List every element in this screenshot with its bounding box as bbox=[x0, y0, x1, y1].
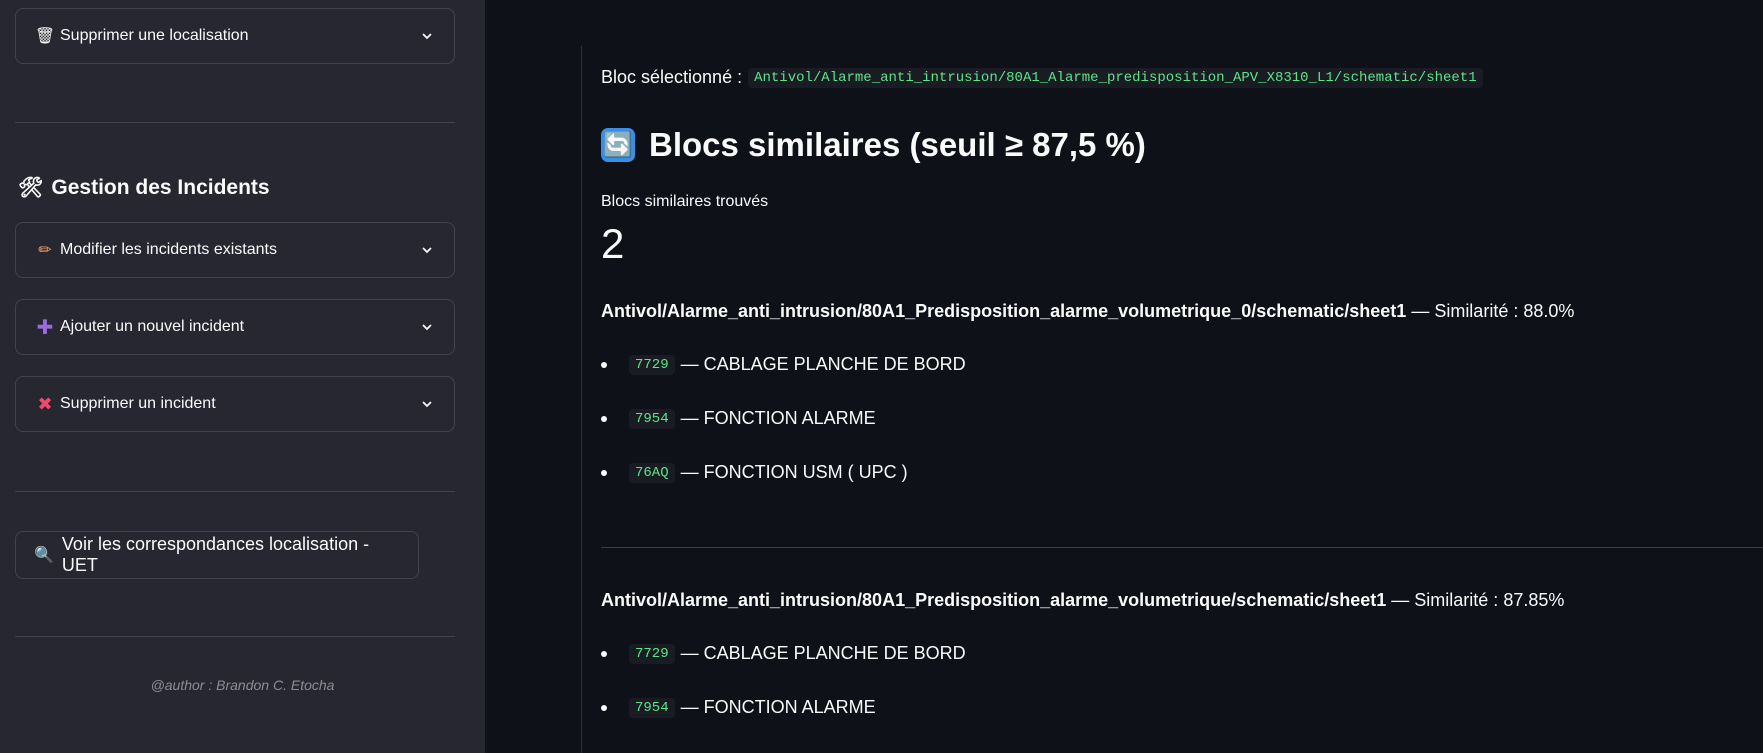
pencil-icon: ✏ bbox=[38, 242, 52, 259]
match-similarity: — Similarité : 87.85% bbox=[1391, 590, 1565, 610]
item-desc: — FONCTION USM ( UPC ) bbox=[680, 462, 908, 482]
list-item: 7954 — FONCTION ALARME bbox=[601, 408, 876, 429]
selected-block-label: Bloc sélectionné : bbox=[601, 67, 743, 87]
metric-label: Blocs similaires trouvés bbox=[601, 193, 769, 210]
item-code: 76AQ bbox=[629, 462, 675, 483]
content-border bbox=[581, 46, 582, 753]
expander-label: Supprimer un incident bbox=[60, 395, 216, 412]
chevron-down-icon bbox=[422, 401, 432, 408]
chevron-down-icon bbox=[422, 33, 432, 40]
expander-delete-location[interactable]: 🗑 Supprimer une localisation bbox=[15, 8, 455, 64]
item-code: 7729 bbox=[629, 354, 675, 375]
expander-edit-incidents[interactable]: ✏ Modifier les incidents existants bbox=[15, 222, 455, 278]
bullet-dot bbox=[601, 704, 607, 711]
item-code: 7954 bbox=[629, 697, 675, 718]
item-code: 7729 bbox=[629, 643, 675, 664]
chevron-down-icon bbox=[422, 324, 432, 331]
expander-label: Modifier les incidents existants bbox=[60, 241, 277, 258]
match-title: Antivol/Alarme_anti_intrusion/80A1_Predi… bbox=[601, 590, 1564, 611]
cross-icon: ✖ bbox=[37, 393, 53, 414]
sidebar: 🗑 Supprimer une localisation 🛠 Gestion d… bbox=[0, 0, 485, 753]
match-title: Antivol/Alarme_anti_intrusion/80A1_Predi… bbox=[601, 301, 1574, 322]
list-item: 76AQ — FONCTION USM ( UPC ) bbox=[601, 462, 908, 483]
selected-block-line: Bloc sélectionné : Antivol/Alarme_anti_i… bbox=[601, 67, 1483, 88]
match-similarity: — Similarité : 88.0% bbox=[1411, 301, 1575, 321]
match-divider bbox=[601, 547, 1763, 548]
sidebar-divider bbox=[15, 636, 455, 637]
page-heading: 🔄 Blocs similaires (seuil ≥ 87,5 %) bbox=[601, 126, 1146, 164]
bullet-dot bbox=[601, 415, 607, 422]
plus-icon: ✚ bbox=[36, 316, 54, 339]
sidebar-divider bbox=[15, 122, 455, 123]
list-item: 7729 — CABLAGE PLANCHE DE BORD bbox=[601, 643, 966, 664]
match-path: Antivol/Alarme_anti_intrusion/80A1_Predi… bbox=[601, 590, 1387, 610]
item-desc: — CABLAGE PLANCHE DE BORD bbox=[680, 354, 966, 374]
list-item: 7954 — FONCTION ALARME bbox=[601, 697, 876, 718]
expander-label: Ajouter un nouvel incident bbox=[60, 318, 245, 335]
bullet-dot bbox=[601, 361, 607, 368]
bullet-dot bbox=[601, 650, 607, 657]
arrows-refresh-icon: 🔄 bbox=[601, 128, 635, 162]
item-code: 7954 bbox=[629, 408, 675, 429]
item-desc: — CABLAGE PLANCHE DE BORD bbox=[680, 643, 966, 663]
author-credit: @author : Brandon C. Etocha bbox=[150, 677, 335, 693]
hammer-wrench-icon: 🛠 bbox=[18, 177, 44, 199]
expander-add-incident[interactable]: ✚ Ajouter un nouvel incident bbox=[15, 299, 455, 355]
expander-delete-incident[interactable]: ✖ Supprimer un incident bbox=[15, 376, 455, 432]
list-item: 7729 — CABLAGE PLANCHE DE BORD bbox=[601, 354, 966, 375]
sidebar-divider bbox=[15, 491, 455, 492]
magnifier-icon: 🔍 bbox=[34, 547, 54, 564]
correspondence-button[interactable]: 🔍 Voir les correspondances localisation … bbox=[15, 531, 419, 579]
metric-value: 2 bbox=[601, 220, 625, 267]
expander-label: Supprimer une localisation bbox=[60, 27, 249, 44]
item-desc: — FONCTION ALARME bbox=[680, 408, 876, 428]
selected-block-code: Antivol/Alarme_anti_intrusion/80A1_Alarm… bbox=[748, 67, 1483, 88]
incidents-heading: 🛠 Gestion des Incidents bbox=[18, 175, 270, 200]
wastebasket-icon: 🗑 bbox=[34, 28, 56, 45]
match-path: Antivol/Alarme_anti_intrusion/80A1_Predi… bbox=[601, 301, 1407, 321]
chevron-down-icon bbox=[422, 247, 432, 254]
item-desc: — FONCTION ALARME bbox=[680, 697, 876, 717]
bullet-dot bbox=[601, 469, 607, 476]
